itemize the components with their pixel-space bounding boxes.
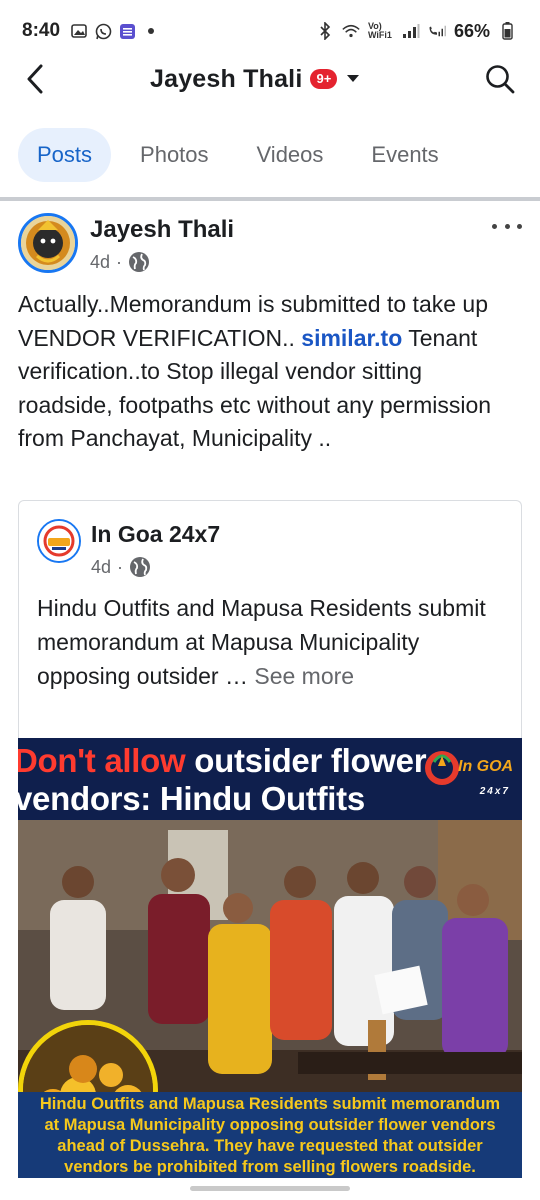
gallery-icon [70, 22, 88, 40]
profile-tabs: Posts Photos Videos Events [18, 128, 468, 182]
home-indicator[interactable] [190, 1186, 350, 1191]
shared-meta: 4d · [91, 556, 151, 578]
section-divider [0, 197, 540, 201]
battery-icon [498, 22, 516, 40]
deity-avatar-image [21, 216, 75, 270]
shared-time: 4d [91, 556, 112, 577]
caret-down-icon [347, 75, 360, 82]
post-author-name[interactable]: Jayesh Thali [90, 216, 234, 244]
caption-band: Hindu Outfits and Mapusa Residents submi… [18, 1092, 522, 1178]
page-header: Jayesh Thali 9+ [0, 48, 540, 110]
search-icon [486, 65, 515, 94]
headline-white-text: outsider flower [185, 742, 427, 779]
status-left-icons [70, 22, 160, 40]
more-dot [517, 223, 522, 229]
author-avatar[interactable] [18, 213, 78, 273]
post-body: Actually..Memorandum is submitted to tak… [18, 288, 518, 456]
shared-author-name[interactable]: In Goa 24x7 [91, 521, 220, 548]
more-dot [492, 223, 497, 229]
back-arrow-icon [27, 64, 43, 94]
shared-author-avatar[interactable] [37, 519, 81, 563]
news-image[interactable]: Don't allow outsider flower vendors: Hin… [18, 738, 522, 1178]
signal-icon [402, 22, 420, 40]
headline-line-1: Don't allow outsider flower [18, 742, 427, 780]
profile-switcher[interactable]: Jayesh Thali 9+ [150, 62, 361, 96]
dot-icon [142, 22, 160, 40]
page-title: Jayesh Thali [150, 64, 303, 93]
group-photo [18, 820, 522, 1160]
bluetooth-icon [316, 22, 334, 40]
shared-post-card[interactable]: In Goa 24x7 4d · Hindu Outfits and Mapus… [18, 500, 522, 738]
post-time: 4d [90, 251, 111, 272]
see-more-link[interactable]: See more [254, 663, 354, 689]
headline-red-text: Don't allow [18, 742, 186, 779]
tab-posts[interactable]: Posts [18, 128, 112, 182]
image-caption: Hindu Outfits and Mapusa Residents submi… [39, 1095, 501, 1176]
search-button[interactable] [482, 61, 518, 97]
globe-icon [129, 252, 150, 272]
battery-percent: 66% [453, 20, 490, 41]
tab-events[interactable]: Events [352, 128, 457, 182]
meta-separator: · [116, 251, 123, 272]
logo-text: In GOA [458, 758, 514, 775]
call-signal-icon [428, 22, 446, 40]
wifi-icon [342, 22, 360, 40]
globe-icon [130, 557, 151, 577]
status-right-icons: Vo) WiFi1 66% [316, 21, 516, 42]
logo-sub-text: 24x7 [479, 786, 510, 797]
wifi-label: Vo) WiFi1 [367, 21, 392, 40]
tab-videos[interactable]: Videos [238, 128, 343, 182]
shared-body: Hindu Outfits and Mapusa Residents submi… [37, 591, 507, 693]
more-dot [504, 223, 510, 229]
headline-band: Don't allow outsider flower vendors: Hin… [18, 738, 522, 820]
in-goa-logo-icon [39, 521, 79, 561]
meta-separator: · [117, 556, 124, 577]
list-app-icon [118, 22, 136, 40]
whatsapp-icon [94, 22, 112, 40]
post-link[interactable]: similar.to [301, 325, 402, 351]
back-button[interactable] [18, 62, 52, 96]
tab-photos[interactable]: Photos [121, 128, 228, 182]
status-time: 8:40 [22, 20, 61, 41]
post-meta: 4d · [90, 251, 150, 273]
post-options-button[interactable] [492, 216, 522, 236]
notification-badge: 9+ [310, 69, 338, 89]
headline-line-2: vendors: Hindu Outfits [18, 780, 365, 817]
